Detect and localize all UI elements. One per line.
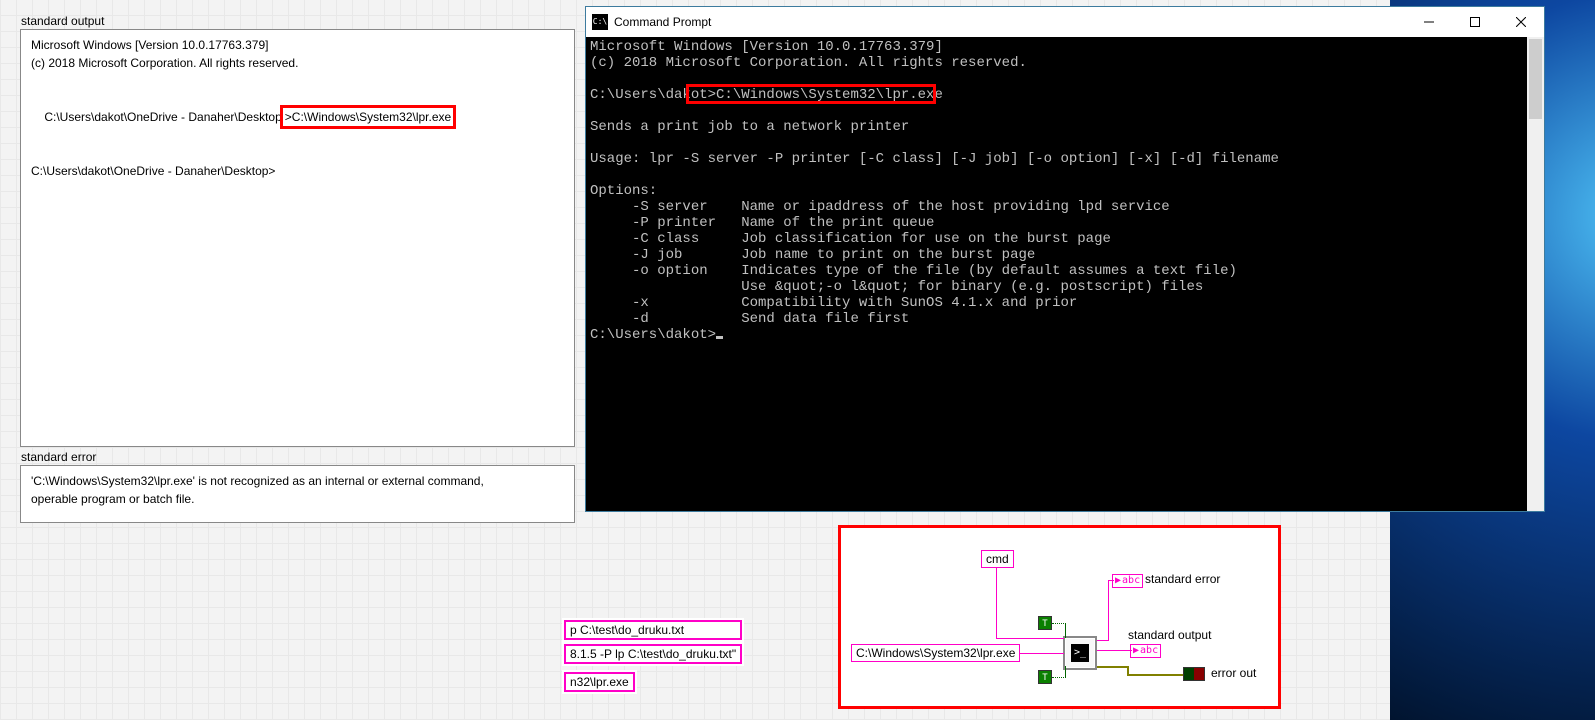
cmd-icon: C:\ (592, 14, 608, 30)
cmd-scrollbar-thumb[interactable] (1529, 39, 1542, 119)
stderr-terminal: ▶abc (1112, 574, 1143, 588)
system-exec-node: >_ (1063, 636, 1097, 670)
cmd-scrollbar[interactable] (1527, 37, 1544, 511)
error-out-terminal (1183, 667, 1205, 681)
stdout-line-4: C:\Users\dakot\OneDrive - Danaher\Deskto… (31, 162, 564, 180)
stdout-label: standard output (1128, 628, 1211, 642)
snippet-3: n32\lpr.exe (564, 672, 635, 692)
snippet-1: p C:\test\do_druku.txt (564, 620, 742, 640)
cmd-output-text: Microsoft Windows [Version 10.0.17763.37… (590, 39, 1279, 343)
cmd-title: Command Prompt (614, 15, 1406, 29)
stdout-line-1: Microsoft Windows [Version 10.0.17763.37… (31, 36, 564, 54)
error-out-label: error out (1211, 666, 1256, 680)
cmd-body[interactable]: Microsoft Windows [Version 10.0.17763.37… (586, 37, 1544, 511)
minimize-button[interactable] (1406, 7, 1452, 37)
labview-block-diagram: cmd C:\Windows\System32\lpr.exe >_ T T ▶… (838, 525, 1281, 709)
stdout-terminal: ▶abc (1130, 644, 1161, 658)
standard-error-panel: standard error 'C:\Windows\System32\lpr.… (20, 465, 575, 523)
standard-error-title: standard error (21, 448, 96, 466)
stderr-line-1: 'C:\Windows\System32\lpr.exe' is not rec… (31, 472, 564, 490)
cmd-constant: cmd (981, 550, 1014, 568)
standard-output-title: standard output (21, 12, 104, 30)
close-button[interactable] (1498, 7, 1544, 37)
stderr-line-2: operable program or batch file. (31, 490, 564, 508)
stdout-line-2: (c) 2018 Microsoft Corporation. All righ… (31, 54, 564, 72)
string-constant: C:\Windows\System32\lpr.exe (851, 644, 1020, 662)
standard-output-panel: standard output Microsoft Windows [Versi… (20, 29, 575, 447)
boolean-true-1: T (1038, 616, 1052, 630)
command-prompt-window[interactable]: C:\ Command Prompt Microsoft Windows [Ve… (585, 6, 1545, 512)
cmd-titlebar[interactable]: C:\ Command Prompt (586, 7, 1544, 37)
boolean-true-2: T (1038, 670, 1052, 684)
stderr-label: standard error (1145, 572, 1220, 586)
snippet-2: 8.1.5 -P lp C:\test\do_druku.txt" (564, 644, 742, 664)
stdout-red-highlight: >C:\Windows\System32\lpr.exe (280, 105, 456, 129)
cursor (716, 336, 723, 339)
maximize-button[interactable] (1452, 7, 1498, 37)
stdout-line-3: C:\Users\dakot\OneDrive - Danaher\Deskto… (31, 90, 564, 144)
